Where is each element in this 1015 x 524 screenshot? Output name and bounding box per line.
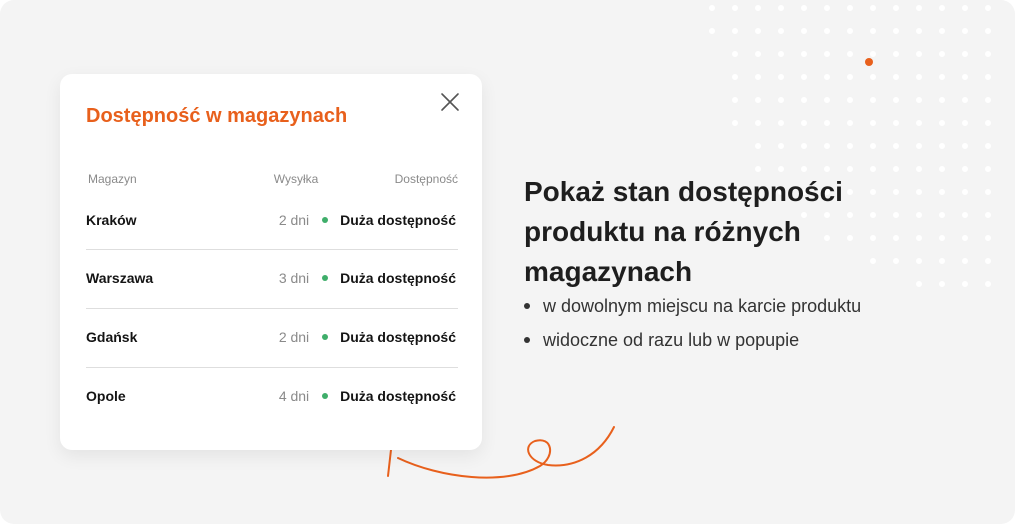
close-button[interactable] [438,90,462,114]
status-dot-icon [322,334,329,340]
column-header-shipping: Wysyłka [273,172,319,186]
bullet-icon [524,303,530,309]
availability-label: Duża dostępność [340,270,456,286]
status-dot-icon [322,275,329,281]
list-item: w dowolnym miejscu na karcie produktu [522,292,861,326]
warehouse-name: Warszawa [86,270,154,286]
list-item: widoczne od razu lub w popupie [522,326,861,360]
availability-label: Duża dostępność [340,329,456,345]
warehouse-name: Opole [86,388,126,404]
availability-status: Duża dostępność [322,270,456,286]
bullet-icon [524,337,530,343]
close-icon [441,93,459,111]
table-row: Kraków 2 dni Duża dostępność [84,191,458,249]
availability-status: Duża dostępność [322,388,456,404]
promo-heading: Pokaż stan dostępności produktu na różny… [524,176,843,287]
feature-list: w dowolnym miejscu na karcie produktu wi… [522,292,861,360]
status-dot-icon [322,217,329,223]
feature-text: w dowolnym miejscu na karcie produktu [543,296,862,316]
column-header-availability: Dostępność [394,172,458,186]
table-row: Gdańsk 2 dni Duża dostępność [84,308,458,366]
availability-status: Duża dostępność [322,329,456,345]
availability-popup: Dostępność w magazynach Magazyn Wysyłka … [60,74,482,450]
status-dot-icon [322,393,329,399]
warehouse-name: Kraków [86,212,137,228]
table-row: Warszawa 3 dni Duża dostępność [84,249,458,307]
promo-canvas: Dostępność w magazynach Magazyn Wysyłka … [0,0,1015,524]
availability-label: Duża dostępność [340,388,456,404]
feature-text: widoczne od razu lub w popupie [543,330,800,350]
table-row: Opole 4 dni Duża dostępność [84,367,458,425]
warehouse-name: Gdańsk [86,329,138,345]
column-header-warehouse: Magazyn [88,172,137,186]
availability-status: Duża dostępność [322,212,456,228]
popup-title: Dostępność w magazynach [86,105,348,127]
availability-label: Duża dostępność [340,212,456,228]
